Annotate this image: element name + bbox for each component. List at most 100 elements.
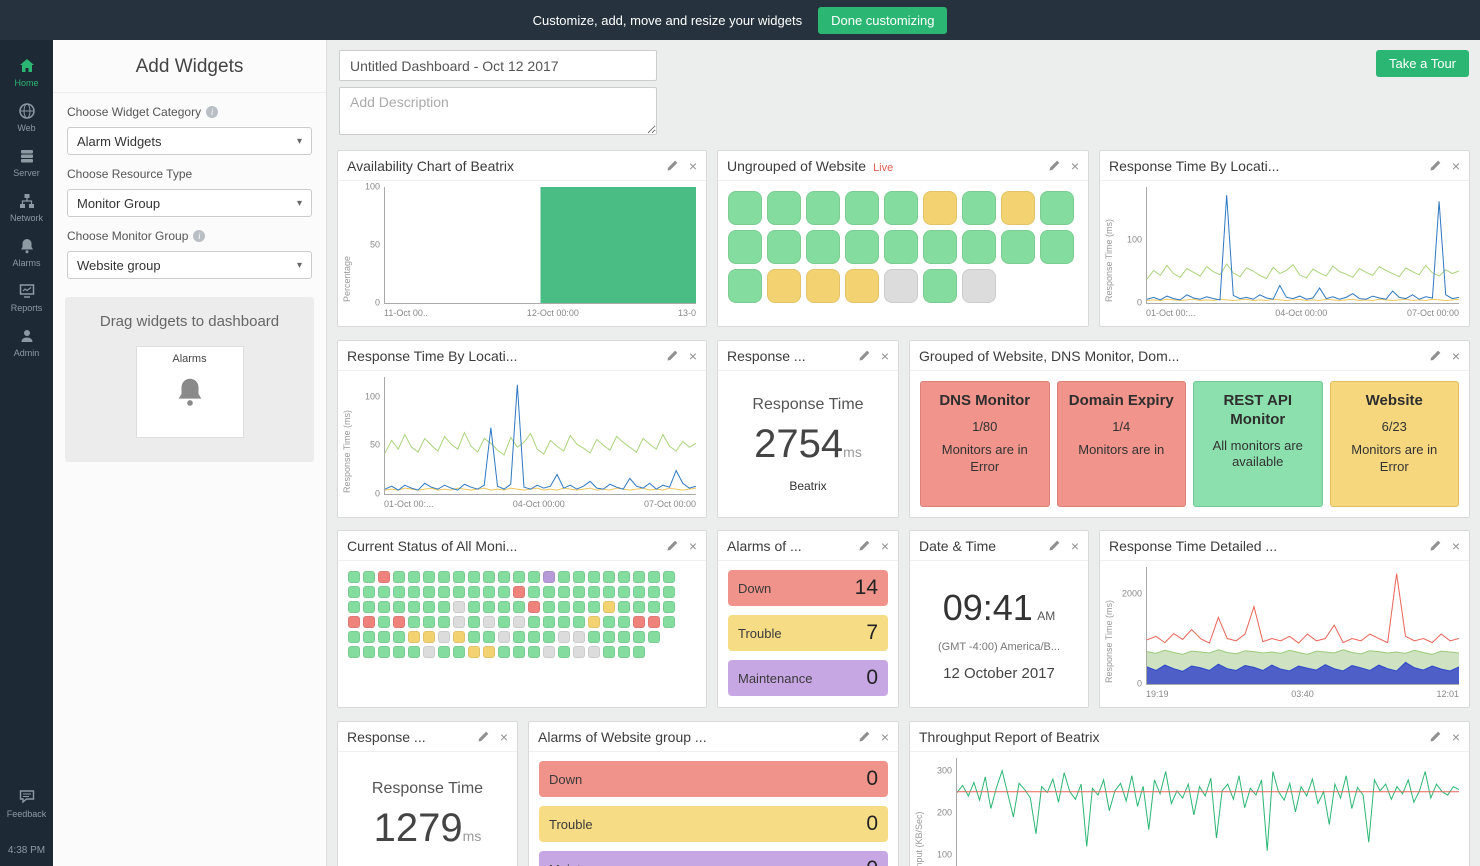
alarm-row-trouble[interactable]: Trouble 0 — [539, 806, 888, 842]
status-cell[interactable] — [618, 571, 630, 583]
take-a-tour-button[interactable]: Take a Tour — [1376, 50, 1469, 77]
status-cell[interactable] — [1040, 230, 1074, 264]
remove-widget-icon[interactable]: × — [1071, 539, 1079, 553]
status-cell[interactable] — [498, 646, 510, 658]
status-cell[interactable] — [378, 616, 390, 628]
status-cell[interactable] — [528, 571, 540, 583]
sidebar-item-feedback[interactable]: Feedback — [0, 781, 53, 826]
widget-response-time-number-2[interactable]: Response ... × Response Time 1279ms — [337, 721, 518, 866]
status-cell[interactable] — [393, 586, 405, 598]
status-cell[interactable] — [543, 646, 555, 658]
status-cell[interactable] — [408, 646, 420, 658]
status-cell[interactable] — [884, 191, 918, 225]
status-cell[interactable] — [1040, 191, 1074, 225]
status-cell[interactable] — [438, 646, 450, 658]
remove-widget-icon[interactable]: × — [1452, 349, 1460, 363]
status-cell[interactable] — [348, 601, 360, 613]
status-cell[interactable] — [378, 646, 390, 658]
status-cell[interactable] — [453, 616, 465, 628]
status-cell[interactable] — [453, 631, 465, 643]
status-cell[interactable] — [513, 646, 525, 658]
widget-throughput-report[interactable]: Throughput Report of Beatrix × Throughpu… — [909, 721, 1470, 866]
status-cell[interactable] — [648, 601, 660, 613]
edit-widget-icon[interactable] — [1429, 159, 1442, 172]
status-cell[interactable] — [1001, 191, 1035, 225]
status-cell[interactable] — [393, 601, 405, 613]
remove-widget-icon[interactable]: × — [881, 349, 889, 363]
status-cell[interactable] — [483, 646, 495, 658]
status-cell[interactable] — [633, 601, 645, 613]
status-cell[interactable] — [498, 616, 510, 628]
status-cell[interactable] — [498, 631, 510, 643]
status-cell[interactable] — [558, 571, 570, 583]
sidebar-item-home[interactable]: Home — [0, 50, 53, 95]
status-cell[interactable] — [573, 631, 585, 643]
edit-widget-icon[interactable] — [1048, 159, 1061, 172]
status-cell[interactable] — [543, 571, 555, 583]
status-cell[interactable] — [603, 631, 615, 643]
status-cell[interactable] — [438, 586, 450, 598]
status-cell[interactable] — [543, 616, 555, 628]
remove-widget-icon[interactable]: × — [689, 539, 697, 553]
status-cell[interactable] — [453, 571, 465, 583]
status-cell[interactable] — [423, 571, 435, 583]
status-cell[interactable] — [663, 616, 675, 628]
status-cell[interactable] — [728, 191, 762, 225]
status-cell[interactable] — [767, 230, 801, 264]
monitor-group-card[interactable]: DNS Monitor 1/80 Monitors are in Error — [920, 381, 1050, 507]
status-cell[interactable] — [767, 269, 801, 303]
status-cell[interactable] — [558, 586, 570, 598]
edit-widget-icon[interactable] — [858, 730, 871, 743]
status-cell[interactable] — [618, 646, 630, 658]
remove-widget-icon[interactable]: × — [500, 730, 508, 744]
status-cell[interactable] — [806, 269, 840, 303]
status-cell[interactable] — [363, 631, 375, 643]
status-cell[interactable] — [648, 616, 660, 628]
status-cell[interactable] — [588, 586, 600, 598]
status-cell[interactable] — [423, 601, 435, 613]
status-cell[interactable] — [483, 616, 495, 628]
status-cell[interactable] — [806, 191, 840, 225]
status-cell[interactable] — [543, 601, 555, 613]
status-cell[interactable] — [378, 571, 390, 583]
remove-widget-icon[interactable]: × — [881, 539, 889, 553]
status-cell[interactable] — [408, 616, 420, 628]
status-cell[interactable] — [513, 601, 525, 613]
status-cell[interactable] — [363, 601, 375, 613]
status-cell[interactable] — [513, 631, 525, 643]
status-cell[interactable] — [558, 646, 570, 658]
status-cell[interactable] — [423, 631, 435, 643]
status-cell[interactable] — [962, 230, 996, 264]
status-cell[interactable] — [543, 586, 555, 598]
status-cell[interactable] — [884, 230, 918, 264]
status-cell[interactable] — [468, 586, 480, 598]
status-cell[interactable] — [618, 631, 630, 643]
status-cell[interactable] — [1001, 230, 1035, 264]
monitor-group-card[interactable]: Website 6/23 Monitors are in Error — [1329, 381, 1459, 507]
status-cell[interactable] — [806, 230, 840, 264]
status-cell[interactable] — [468, 601, 480, 613]
resource-type-select[interactable]: Monitor Group ▾ — [67, 189, 312, 217]
status-cell[interactable] — [468, 571, 480, 583]
dashboard-title-input[interactable] — [339, 50, 657, 81]
status-cell[interactable] — [923, 191, 957, 225]
status-cell[interactable] — [845, 230, 879, 264]
info-icon[interactable]: i — [193, 230, 206, 242]
status-cell[interactable] — [453, 601, 465, 613]
status-cell[interactable] — [393, 571, 405, 583]
status-cell[interactable] — [573, 601, 585, 613]
status-cell[interactable] — [728, 230, 762, 264]
status-cell[interactable] — [618, 601, 630, 613]
status-cell[interactable] — [453, 646, 465, 658]
widget-response-time-by-location-1[interactable]: Response Time By Locati... × Response Ti… — [1099, 150, 1470, 327]
status-cell[interactable] — [513, 616, 525, 628]
status-cell[interactable] — [663, 601, 675, 613]
status-cell[interactable] — [378, 631, 390, 643]
status-cell[interactable] — [408, 601, 420, 613]
edit-widget-icon[interactable] — [858, 539, 871, 552]
edit-widget-icon[interactable] — [666, 539, 679, 552]
status-cell[interactable] — [393, 631, 405, 643]
sidebar-item-alarms[interactable]: Alarms — [0, 230, 53, 275]
status-cell[interactable] — [845, 191, 879, 225]
remove-widget-icon[interactable]: × — [1071, 159, 1079, 173]
